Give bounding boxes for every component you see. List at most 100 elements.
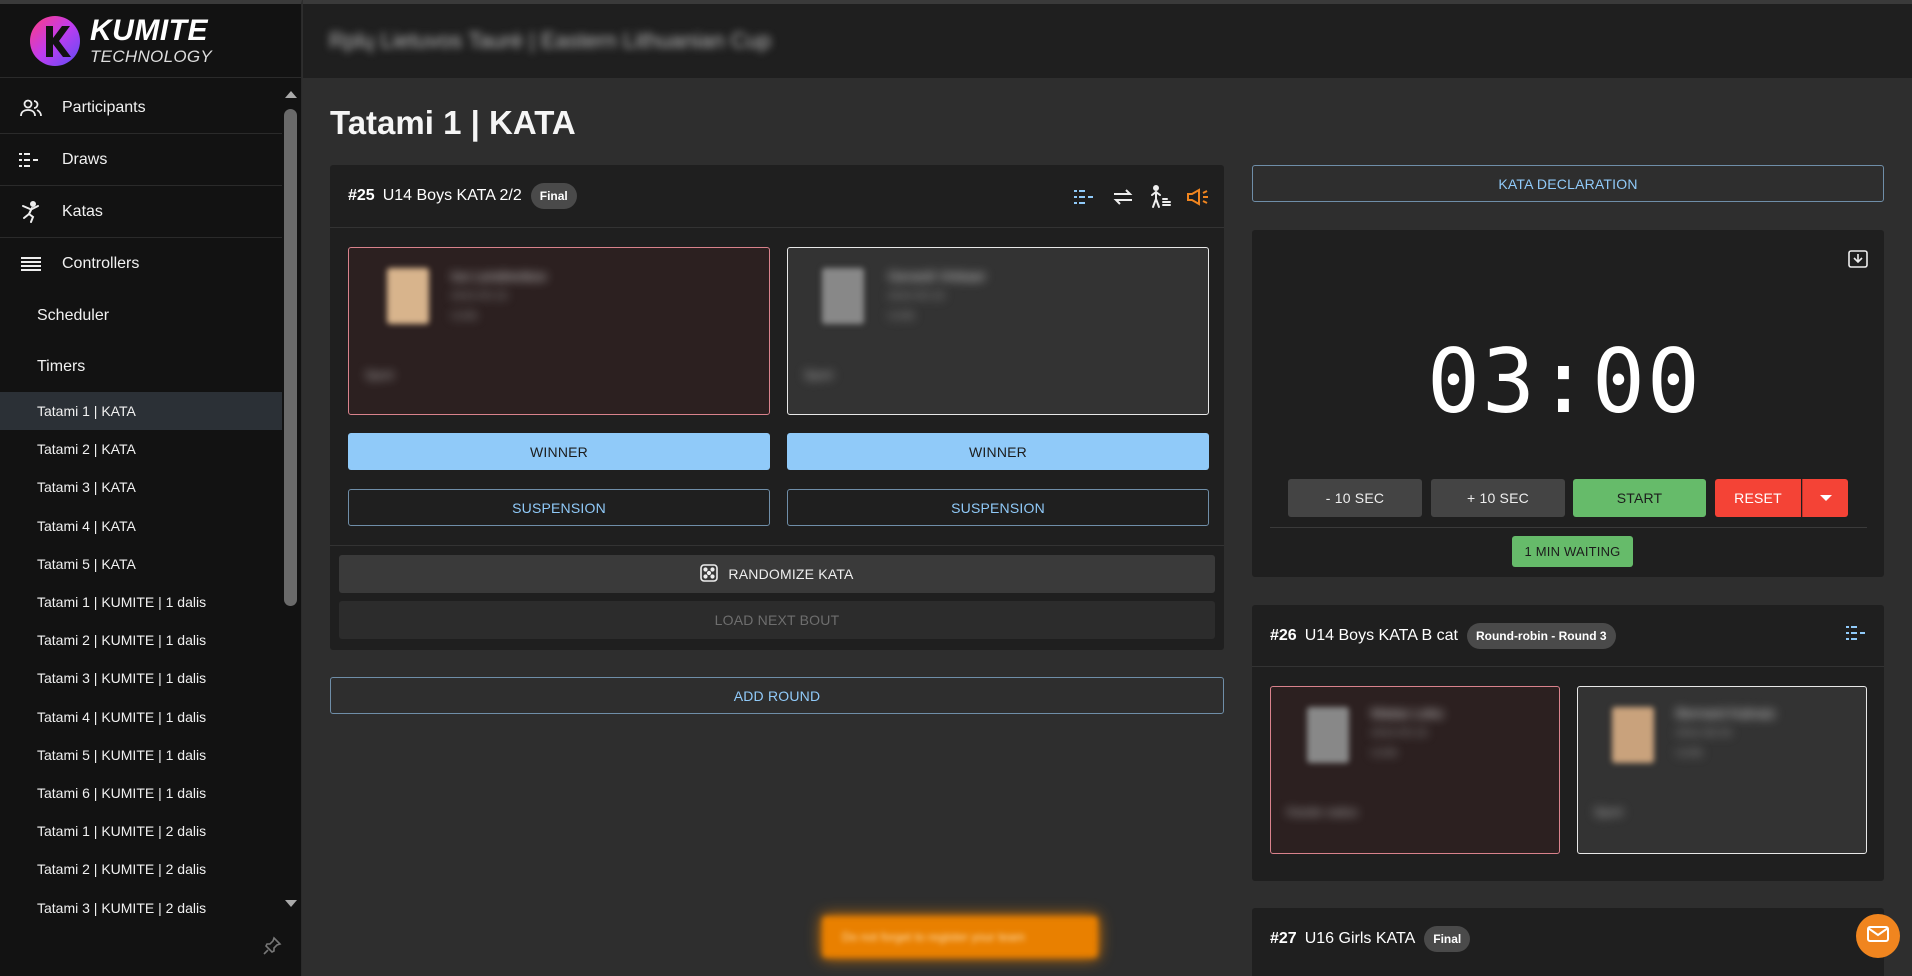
competitor-birthdate: 2011-06-04: [1676, 727, 1732, 739]
announce-icon[interactable]: [1186, 187, 1210, 212]
add-round-button[interactable]: ADD ROUND: [330, 677, 1224, 714]
chevron-down-icon: [1819, 495, 1832, 501]
scroll-down-arrow-icon[interactable]: [285, 900, 297, 907]
sidebar-item-label: Draws: [62, 150, 108, 168]
sidebar-item-timers[interactable]: Timers: [0, 341, 282, 392]
referee-icon[interactable]: [1148, 185, 1172, 214]
sidebar-item-participants[interactable]: Participants: [0, 82, 282, 134]
promo-banner[interactable]: Do not forget to register your team: [822, 916, 1098, 958]
sidebar-item-tatami[interactable]: Tatami 1 | KUMITE | 1 dalis: [0, 583, 282, 621]
competitor-photo: [822, 268, 864, 324]
scroll-up-arrow-icon[interactable]: [285, 91, 297, 98]
draws-icon[interactable]: [1074, 189, 1098, 210]
competitor-name: Gerardi Vinkaer: [888, 268, 986, 284]
bout-number: #26: [1270, 626, 1297, 644]
white-competitor-card[interactable]: Gerardi Vinkaer 2010-05-19 U14b Sport: [787, 247, 1209, 415]
sidebar-item-tatami[interactable]: Tatami 3 | KATA: [0, 468, 282, 506]
sidebar-item-tatami[interactable]: Tatami 3 | KUMITE | 2 dalis: [0, 888, 282, 917]
sidebar-item-label: Tatami 4 | KATA: [37, 517, 136, 534]
randomize-kata-button[interactable]: RANDOMIZE KATA: [339, 555, 1215, 593]
sidebar-item-tatami[interactable]: Tatami 6 | KUMITE | 1 dalis: [0, 774, 282, 812]
minus-10-sec-button[interactable]: - 10 SEC: [1288, 479, 1422, 517]
kata-declaration-button[interactable]: KATA DECLARATION: [1252, 165, 1884, 202]
sidebar-item-tatami[interactable]: Tatami 2 | KATA: [0, 430, 282, 468]
competitor-club: Sport: [1594, 805, 1623, 819]
competitor-extra: U14b: [1676, 747, 1703, 759]
sidebar-item-tatami[interactable]: Tatami 2 | KUMITE | 1 dalis: [0, 621, 282, 659]
sidebar-item-label: Tatami 5 | KATA: [37, 555, 136, 572]
draws-icon[interactable]: [1846, 625, 1870, 646]
reset-button[interactable]: RESET: [1715, 479, 1801, 517]
sidebar-item-label: Scheduler: [37, 306, 110, 324]
sidebar-item-scheduler[interactable]: Scheduler: [0, 290, 282, 341]
competitor-birthdate: 2010-05-19: [1371, 727, 1428, 739]
competitor-photo: [387, 268, 429, 324]
sidebar: KUMITE TECHNOLOGY Participants Draws Kat…: [0, 0, 302, 976]
white-competitor-card[interactable]: Bernard Kalnaiz 2011-06-04 U14b Sport: [1577, 686, 1867, 854]
bout-number: #27: [1270, 930, 1297, 947]
sidebar-nav: Participants Draws Katas Controllers Sch…: [0, 82, 282, 917]
competitor-photo: [1612, 707, 1654, 763]
sidebar-item-tatami[interactable]: Tatami 2 | KUMITE | 2 dalis: [0, 850, 282, 888]
sidebar-item-draws[interactable]: Draws: [0, 134, 282, 186]
sidebar-item-label: Tatami 1 | KATA: [37, 403, 136, 420]
sidebar-item-controllers[interactable]: Controllers: [0, 238, 282, 290]
start-button[interactable]: START: [1573, 479, 1706, 517]
pin-icon[interactable]: [262, 936, 282, 961]
current-bout-header: #25 U14 Boys KATA 2/2 Final: [330, 165, 1224, 228]
later-bout-card: #27 U16 Girls KATA Final: [1252, 908, 1884, 976]
bout-stage-badge: Final: [1424, 926, 1471, 952]
sidebar-item-label: Tatami 1 | KUMITE | 2 dalis: [37, 823, 207, 840]
red-winner-button[interactable]: WINNER: [348, 433, 770, 470]
sidebar-item-label: Tatami 3 | KUMITE | 2 dalis: [37, 899, 207, 916]
load-next-bout-button[interactable]: LOAD NEXT BOUT: [339, 601, 1215, 639]
competitor-extra: U14b: [451, 310, 478, 322]
sidebar-item-label: Tatami 6 | KUMITE | 1 dalis: [37, 784, 207, 801]
bout-name: U14 Boys KATA B cat: [1304, 626, 1458, 644]
competitor-name: Ivo Lendrenkov: [451, 268, 547, 284]
competitor-extra: U14b: [1371, 747, 1398, 759]
sidebar-item-tatami[interactable]: Tatami 1 | KATA: [0, 392, 282, 431]
brand-logo[interactable]: KUMITE TECHNOLOGY: [0, 4, 301, 78]
sidebar-item-label: Tatami 1 | KUMITE | 1 dalis: [37, 594, 207, 611]
sidebar-item-tatami[interactable]: Tatami 1 | KUMITE | 2 dalis: [0, 812, 282, 850]
red-competitor-card[interactable]: Matas Leko 2010-05-19 U14b Karate vadus: [1270, 686, 1560, 854]
competitor-club: Sport: [365, 368, 394, 382]
white-suspension-button[interactable]: SUSPENSION: [787, 489, 1209, 526]
kumite-logo-icon: [28, 14, 82, 68]
top-bar: Rplų Lietuvos Taurė | Eastern Lithuanian…: [303, 0, 1912, 78]
white-winner-button[interactable]: WINNER: [787, 433, 1209, 470]
sidebar-item-label: Tatami 3 | KUMITE | 1 dalis: [37, 670, 207, 687]
promo-banner-text: Do not forget to register your team: [842, 930, 1025, 944]
sidebar-item-label: Controllers: [62, 255, 140, 272]
reset-dropdown-button[interactable]: [1802, 479, 1848, 517]
sidebar-item-tatami[interactable]: Tatami 5 | KUMITE | 1 dalis: [0, 736, 282, 774]
red-competitor-card[interactable]: Ivo Lendrenkov 2010-05-19 U14b Sport: [348, 247, 770, 415]
sidebar-item-tatami[interactable]: Tatami 3 | KUMITE | 1 dalis: [0, 659, 282, 697]
swap-icon[interactable]: [1112, 188, 1134, 211]
bout-name: U14 Boys KATA 2/2: [382, 187, 522, 204]
competitor-club: Karate vadus: [1287, 805, 1358, 819]
sidebar-scroll-thumb[interactable]: [284, 109, 297, 606]
sidebar-item-katas[interactable]: Katas: [0, 186, 282, 238]
plus-10-sec-button[interactable]: + 10 SEC: [1431, 479, 1565, 517]
message-fab-button[interactable]: [1856, 914, 1900, 958]
randomize-kata-label: RANDOMIZE KATA: [728, 566, 854, 582]
mail-icon: [1867, 925, 1889, 947]
sidebar-item-tatami[interactable]: Tatami 4 | KUMITE | 1 dalis: [0, 698, 282, 736]
sidebar-item-tatami[interactable]: Tatami 5 | KATA: [0, 545, 282, 583]
one-min-waiting-button[interactable]: 1 MIN WAITING: [1512, 536, 1633, 567]
sidebar-item-tatami[interactable]: Tatami 4 | KATA: [0, 507, 282, 545]
katas-icon: [18, 199, 44, 225]
bout-stage-badge: Final: [530, 183, 577, 209]
red-suspension-button[interactable]: SUSPENSION: [348, 489, 770, 526]
download-icon[interactable]: [1848, 250, 1868, 273]
sidebar-item-label: Katas: [62, 202, 103, 220]
sidebar-item-label: Participants: [62, 98, 146, 116]
dice-icon: [700, 563, 719, 585]
later-bout-header: #27 U16 Girls KATA Final: [1252, 908, 1884, 970]
sidebar-item-label: Tatami 2 | KUMITE | 2 dalis: [37, 861, 207, 878]
competitor-club: Sport: [804, 368, 833, 382]
current-bout-card: #25 U14 Boys KATA 2/2 Final Ivo Lendrenk…: [330, 165, 1224, 650]
divider: [330, 545, 1224, 546]
